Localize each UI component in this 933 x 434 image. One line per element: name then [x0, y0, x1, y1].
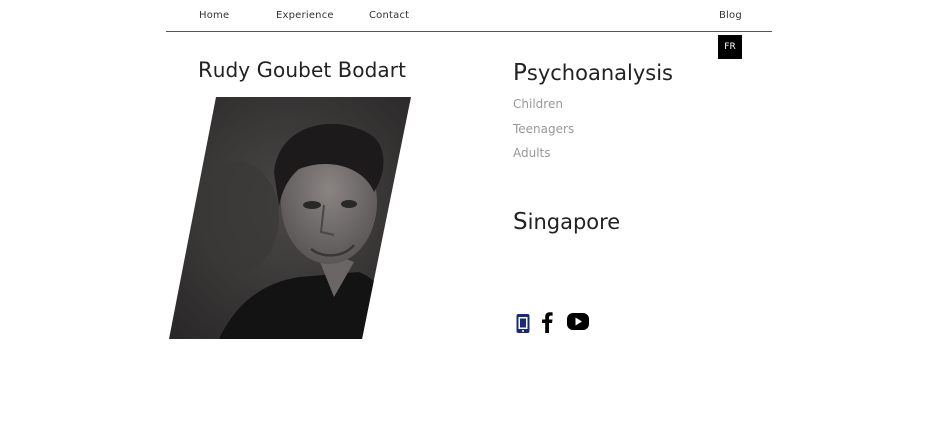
service-children: Children: [513, 97, 563, 111]
facebook-icon[interactable]: [539, 309, 555, 335]
service-adults: Adults: [513, 146, 551, 160]
nav-experience[interactable]: Experience: [276, 10, 334, 21]
service-teenagers: Teenagers: [513, 122, 575, 136]
youtube-icon[interactable]: [566, 309, 590, 335]
language-toggle-button[interactable]: FR: [718, 35, 742, 59]
nav-divider: [166, 31, 772, 32]
nav-blog[interactable]: Blog: [719, 10, 742, 21]
profile-name: Rudy Goubet Bodart: [198, 58, 407, 82]
nav-home[interactable]: Home: [199, 10, 229, 21]
services-title: Psychoanalysis: [513, 60, 673, 86]
nav-contact[interactable]: Contact: [369, 10, 409, 21]
phone-icon[interactable]: [515, 309, 531, 335]
profile-portrait: [169, 97, 411, 339]
location-title: Singapore: [513, 209, 621, 235]
